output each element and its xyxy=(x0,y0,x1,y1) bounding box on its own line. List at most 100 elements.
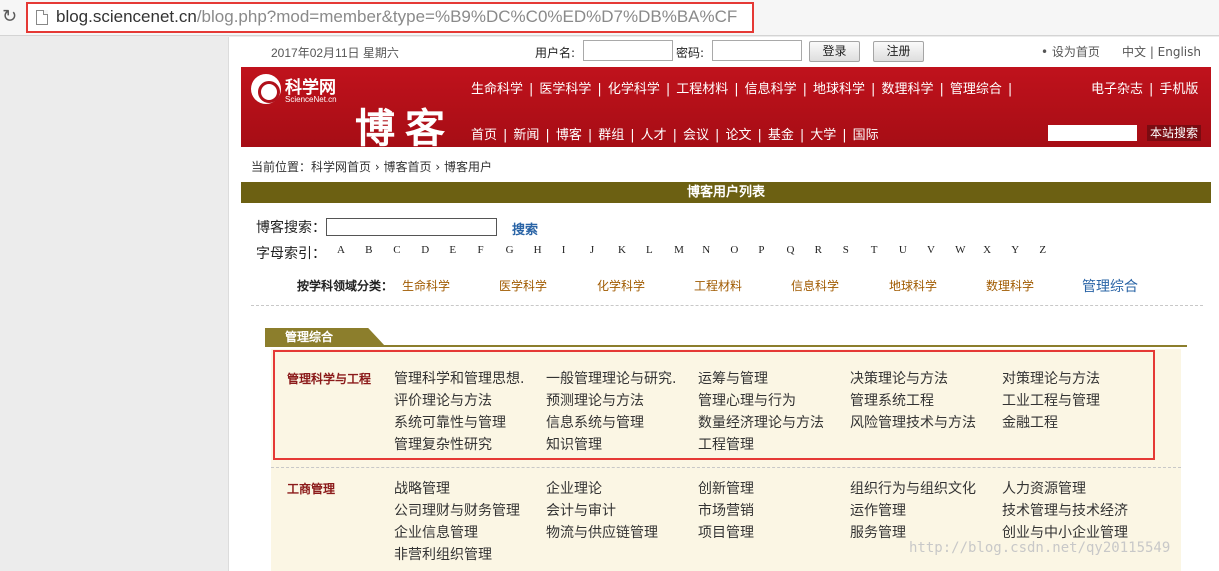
nav2-item-news[interactable]: 新闻 xyxy=(513,128,539,143)
site-search-button[interactable]: 本站搜索 xyxy=(1147,125,1201,141)
alphabet-letter[interactable]: R xyxy=(815,244,843,256)
category-item[interactable]: 管理科学和管理思想. xyxy=(394,368,524,388)
category-item[interactable]: 信息系统与管理 xyxy=(546,412,644,432)
login-button[interactable]: 登录 xyxy=(809,41,860,62)
category-item[interactable]: 市场营销 xyxy=(698,500,754,520)
nav2-item-home[interactable]: 首页 xyxy=(471,128,497,143)
category-item[interactable]: 管理系统工程 xyxy=(850,390,934,410)
nav-item-chemistry[interactable]: 化学科学 xyxy=(608,82,660,97)
category-item[interactable]: 组织行为与组织文化 xyxy=(850,478,976,498)
alphabet-letter[interactable]: W xyxy=(955,244,983,256)
blog-search-input[interactable] xyxy=(326,218,497,236)
category-item[interactable]: 管理心理与行为 xyxy=(698,390,796,410)
category-item[interactable]: 金融工程 xyxy=(1002,412,1058,432)
nav2-item-fund[interactable]: 基金 xyxy=(768,128,794,143)
category-item[interactable]: 知识管理 xyxy=(546,434,602,454)
category-item[interactable]: 公司理财与财务管理 xyxy=(394,500,520,520)
reload-icon[interactable]: ↻ xyxy=(2,5,20,29)
category-item[interactable]: 工业工程与管理 xyxy=(1002,390,1100,410)
category-item[interactable]: 评价理论与方法 xyxy=(394,390,492,410)
alphabet-letter[interactable]: Y xyxy=(1011,244,1039,256)
nav-item-earth[interactable]: 地球科学 xyxy=(813,82,865,97)
nav2-item-talent[interactable]: 人才 xyxy=(641,128,667,143)
breadcrumb-item-blog-home[interactable]: 博客首页 xyxy=(384,160,432,174)
category-item[interactable]: 会计与审计 xyxy=(546,500,616,520)
category-item[interactable]: 管理复杂性研究 xyxy=(394,434,492,454)
category-item[interactable]: 非营利组织管理 xyxy=(394,544,492,564)
blog-title[interactable]: 博客 xyxy=(355,96,455,154)
alphabet-letter[interactable]: Q xyxy=(787,244,815,256)
category-item[interactable]: 创业与中小企业管理 xyxy=(1002,522,1128,542)
nav-item-math[interactable]: 数理科学 xyxy=(881,82,933,97)
alphabet-letter[interactable]: T xyxy=(871,244,899,256)
category-item[interactable]: 对策理论与方法 xyxy=(1002,368,1100,388)
category-item[interactable]: 企业理论 xyxy=(546,478,602,498)
nav-item-emagazine[interactable]: 电子杂志 xyxy=(1091,82,1143,97)
alphabet-letter[interactable]: U xyxy=(899,244,927,256)
alphabet-letter[interactable]: Z xyxy=(1039,244,1067,256)
nav-item-mobile[interactable]: 手机版 xyxy=(1159,82,1198,97)
alphabet-letter[interactable]: F xyxy=(477,244,505,256)
category-item[interactable]: 战略管理 xyxy=(394,478,450,498)
nav-item-engineering[interactable]: 工程材料 xyxy=(676,82,728,97)
alphabet-letter[interactable]: H xyxy=(534,244,562,256)
username-input[interactable] xyxy=(583,40,673,61)
breadcrumb-item-site-home[interactable]: 科学网首页 xyxy=(311,160,371,174)
nav2-item-blog[interactable]: 博客 xyxy=(556,128,582,143)
nav2-item-international[interactable]: 国际 xyxy=(853,128,879,143)
category-item[interactable]: 服务管理 xyxy=(850,522,906,542)
set-home-link[interactable]: • 设为首页 xyxy=(1041,43,1100,60)
alphabet-letter[interactable]: K xyxy=(618,244,646,256)
language-switch[interactable]: 中文 | English xyxy=(1122,43,1201,60)
category-item[interactable]: 数量经济理论与方法 xyxy=(698,412,824,432)
subject-link[interactable]: 管理综合 xyxy=(1082,276,1138,296)
subject-link[interactable]: 地球科学 xyxy=(889,277,937,294)
nav-item-medical[interactable]: 医学科学 xyxy=(539,82,591,97)
category-item[interactable]: 物流与供应链管理 xyxy=(546,522,658,542)
password-input[interactable] xyxy=(712,40,802,61)
alphabet-letter[interactable]: O xyxy=(730,244,758,256)
alphabet-letter[interactable]: V xyxy=(927,244,955,256)
category-title[interactable]: 管理科学与工程 xyxy=(287,370,371,387)
category-item[interactable]: 人力资源管理 xyxy=(1002,478,1086,498)
alphabet-letter[interactable]: M xyxy=(674,244,702,256)
alphabet-letter[interactable]: J xyxy=(590,244,618,256)
category-item[interactable]: 决策理论与方法 xyxy=(850,368,948,388)
nav2-item-groups[interactable]: 群组 xyxy=(598,128,624,143)
subject-link[interactable]: 医学科学 xyxy=(499,277,547,294)
category-item[interactable]: 工程管理 xyxy=(698,434,754,454)
subject-link[interactable]: 化学科学 xyxy=(597,277,645,294)
nav-item-life[interactable]: 生命科学 xyxy=(471,82,523,97)
nav-item-management[interactable]: 管理综合 xyxy=(950,82,1002,97)
category-item[interactable]: 技术管理与技术经济 xyxy=(1002,500,1128,520)
alphabet-letter[interactable]: A xyxy=(337,244,365,256)
category-item[interactable]: 运筹与管理 xyxy=(698,368,768,388)
category-item[interactable]: 项目管理 xyxy=(698,522,754,542)
alphabet-letter[interactable]: E xyxy=(449,244,477,256)
subject-link[interactable]: 工程材料 xyxy=(694,277,742,294)
subject-link[interactable]: 数理科学 xyxy=(986,277,1034,294)
nav2-item-meeting[interactable]: 会议 xyxy=(683,128,709,143)
category-item[interactable]: 创新管理 xyxy=(698,478,754,498)
logo-icon[interactable] xyxy=(251,74,281,104)
alphabet-letter[interactable]: C xyxy=(393,244,421,256)
category-item[interactable]: 预测理论与方法 xyxy=(546,390,644,410)
alphabet-letter[interactable]: L xyxy=(646,244,674,256)
alphabet-letter[interactable]: P xyxy=(758,244,786,256)
alphabet-letter[interactable]: I xyxy=(562,244,590,256)
nav2-item-papers[interactable]: 论文 xyxy=(725,128,751,143)
alphabet-letter[interactable]: G xyxy=(506,244,534,256)
category-item[interactable]: 运作管理 xyxy=(850,500,906,520)
alphabet-letter[interactable]: S xyxy=(843,244,871,256)
register-button[interactable]: 注册 xyxy=(873,41,924,62)
subject-link[interactable]: 信息科学 xyxy=(791,277,839,294)
url-field[interactable]: blog.sciencenet.cn/blog.php?mod=member&t… xyxy=(26,2,754,33)
category-title[interactable]: 工商管理 xyxy=(287,480,335,497)
alphabet-letter[interactable]: B xyxy=(365,244,393,256)
alphabet-letter[interactable]: N xyxy=(702,244,730,256)
subject-link[interactable]: 生命科学 xyxy=(402,277,450,294)
category-item[interactable]: 风险管理技术与方法 xyxy=(850,412,976,432)
category-item[interactable]: 一般管理理论与研究. xyxy=(546,368,676,388)
alphabet-letter[interactable]: D xyxy=(421,244,449,256)
category-item[interactable]: 系统可靠性与管理 xyxy=(394,412,506,432)
